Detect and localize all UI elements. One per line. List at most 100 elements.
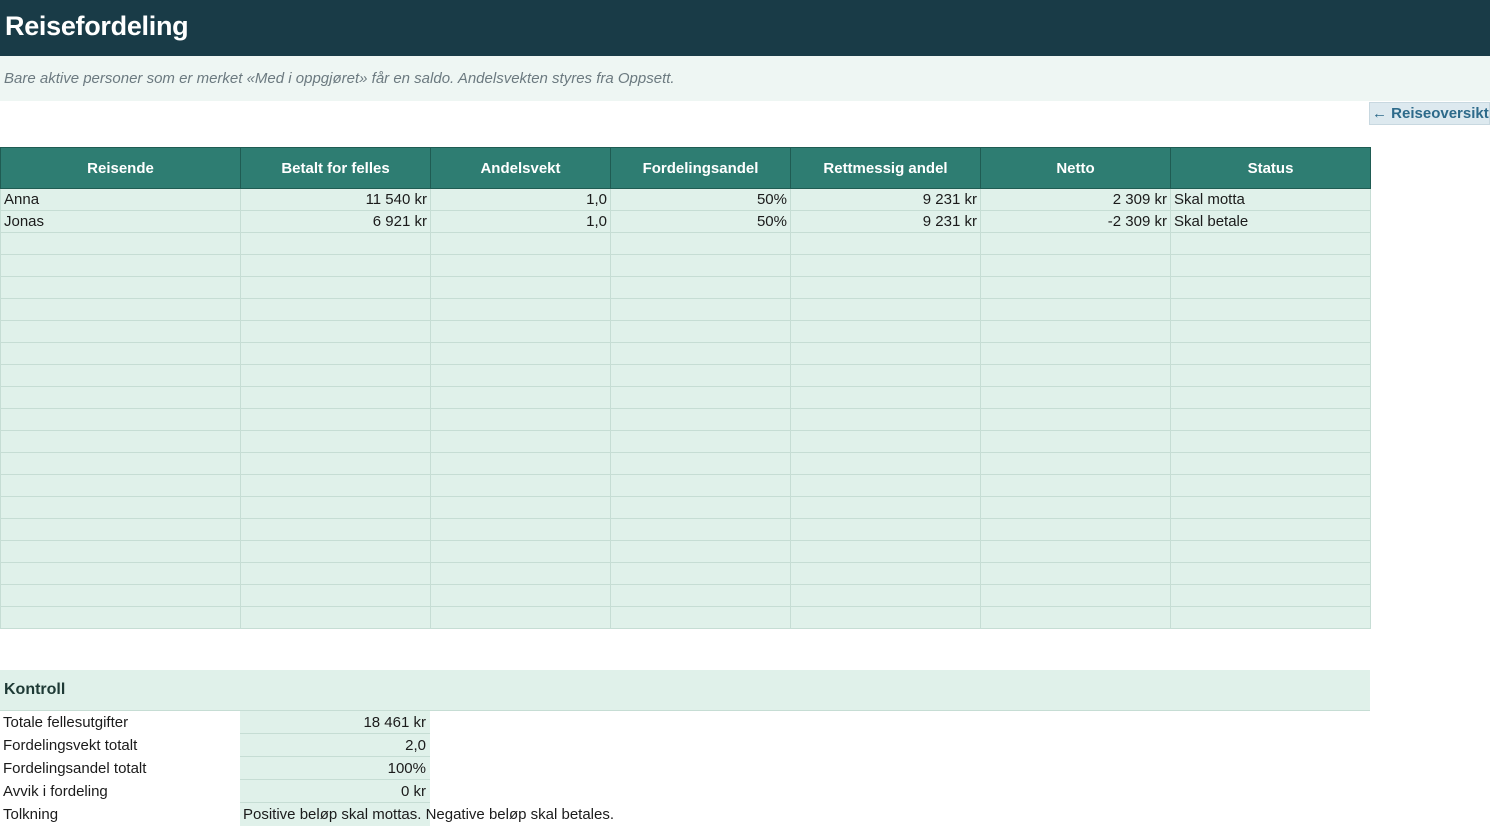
empty-cell[interactable] [610, 254, 791, 277]
empty-cell[interactable] [240, 342, 431, 365]
empty-cell[interactable] [610, 606, 791, 629]
empty-cell[interactable] [240, 364, 431, 387]
empty-cell[interactable] [610, 342, 791, 365]
empty-cell[interactable] [1170, 320, 1371, 343]
empty-cell[interactable] [610, 474, 791, 497]
empty-cell[interactable] [610, 584, 791, 607]
empty-cell[interactable] [1170, 496, 1371, 519]
empty-cell[interactable] [430, 254, 611, 277]
empty-cell[interactable] [240, 452, 431, 475]
empty-cell[interactable] [430, 364, 611, 387]
empty-cell[interactable] [980, 584, 1171, 607]
empty-cell[interactable] [430, 276, 611, 299]
empty-cell[interactable] [1170, 386, 1371, 409]
empty-cell[interactable] [980, 430, 1171, 453]
empty-cell[interactable] [240, 474, 431, 497]
empty-cell[interactable] [240, 584, 431, 607]
empty-cell[interactable] [790, 584, 981, 607]
kontroll-value[interactable]: 0 kr [240, 780, 430, 803]
empty-cell[interactable] [0, 562, 241, 585]
empty-cell[interactable] [610, 408, 791, 431]
empty-cell[interactable] [430, 496, 611, 519]
empty-cell[interactable] [1170, 276, 1371, 299]
empty-cell[interactable] [980, 452, 1171, 475]
empty-cell[interactable] [430, 430, 611, 453]
empty-cell[interactable] [240, 606, 431, 629]
empty-cell[interactable] [430, 518, 611, 541]
column-header-andelsvekt[interactable]: Andelsvekt [430, 147, 611, 189]
empty-cell[interactable] [980, 364, 1171, 387]
cell-reisende[interactable]: Jonas [0, 210, 241, 233]
empty-cell[interactable] [790, 276, 981, 299]
empty-cell[interactable] [980, 496, 1171, 519]
empty-cell[interactable] [430, 298, 611, 321]
empty-cell[interactable] [790, 320, 981, 343]
cell-andelsvekt[interactable]: 1,0 [430, 188, 611, 211]
empty-cell[interactable] [430, 562, 611, 585]
empty-cell[interactable] [790, 518, 981, 541]
empty-cell[interactable] [1170, 540, 1371, 563]
cell-status[interactable]: Skal motta [1170, 188, 1371, 211]
column-header-betalt[interactable]: Betalt for felles [240, 147, 431, 189]
cell-betalt[interactable]: 11 540 kr [240, 188, 431, 211]
cell-netto[interactable]: -2 309 kr [980, 210, 1171, 233]
empty-cell[interactable] [0, 496, 241, 519]
column-header-rettmessig[interactable]: Rettmessig andel [790, 147, 981, 189]
empty-cell[interactable] [1170, 232, 1371, 255]
empty-cell[interactable] [0, 364, 241, 387]
empty-cell[interactable] [0, 232, 241, 255]
empty-cell[interactable] [240, 540, 431, 563]
empty-cell[interactable] [0, 474, 241, 497]
empty-cell[interactable] [240, 562, 431, 585]
empty-cell[interactable] [610, 320, 791, 343]
empty-cell[interactable] [240, 254, 431, 277]
empty-cell[interactable] [790, 232, 981, 255]
empty-cell[interactable] [1170, 430, 1371, 453]
empty-cell[interactable] [790, 474, 981, 497]
empty-cell[interactable] [0, 298, 241, 321]
empty-cell[interactable] [1170, 518, 1371, 541]
empty-cell[interactable] [980, 276, 1171, 299]
empty-cell[interactable] [0, 254, 241, 277]
empty-cell[interactable] [980, 606, 1171, 629]
column-header-reisende[interactable]: Reisende [0, 147, 241, 189]
empty-cell[interactable] [0, 430, 241, 453]
empty-cell[interactable] [430, 474, 611, 497]
empty-cell[interactable] [790, 562, 981, 585]
cell-netto[interactable]: 2 309 kr [980, 188, 1171, 211]
kontroll-value[interactable]: 2,0 [240, 734, 430, 757]
column-header-fordelingsandel[interactable]: Fordelingsandel [610, 147, 791, 189]
empty-cell[interactable] [240, 430, 431, 453]
empty-cell[interactable] [980, 342, 1171, 365]
empty-cell[interactable] [1170, 364, 1371, 387]
cell-betalt[interactable]: 6 921 kr [240, 210, 431, 233]
empty-cell[interactable] [0, 584, 241, 607]
empty-cell[interactable] [610, 298, 791, 321]
empty-cell[interactable] [430, 452, 611, 475]
empty-cell[interactable] [0, 452, 241, 475]
empty-cell[interactable] [610, 496, 791, 519]
empty-cell[interactable] [430, 320, 611, 343]
reiseoversikt-link[interactable]: ← Reiseoversikt [1369, 102, 1490, 125]
empty-cell[interactable] [610, 518, 791, 541]
empty-cell[interactable] [980, 562, 1171, 585]
empty-cell[interactable] [1170, 562, 1371, 585]
empty-cell[interactable] [980, 408, 1171, 431]
empty-cell[interactable] [610, 386, 791, 409]
empty-cell[interactable] [610, 276, 791, 299]
empty-cell[interactable] [0, 386, 241, 409]
empty-cell[interactable] [790, 452, 981, 475]
empty-cell[interactable] [980, 232, 1171, 255]
empty-cell[interactable] [430, 606, 611, 629]
cell-fordelingsandel[interactable]: 50% [610, 188, 791, 211]
empty-cell[interactable] [980, 518, 1171, 541]
empty-cell[interactable] [240, 496, 431, 519]
empty-cell[interactable] [790, 540, 981, 563]
cell-fordelingsandel[interactable]: 50% [610, 210, 791, 233]
empty-cell[interactable] [0, 518, 241, 541]
empty-cell[interactable] [430, 232, 611, 255]
empty-cell[interactable] [430, 342, 611, 365]
kontroll-value[interactable]: 100% [240, 757, 430, 780]
empty-cell[interactable] [790, 298, 981, 321]
empty-cell[interactable] [610, 540, 791, 563]
